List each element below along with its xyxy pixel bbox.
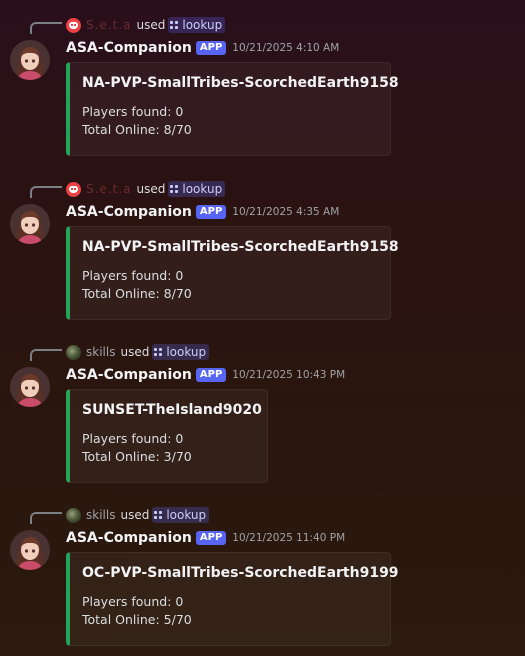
user-avatar-icon[interactable] xyxy=(66,507,81,523)
command-chip[interactable]: lookup xyxy=(152,344,210,360)
embed-card: NA-PVP-SmallTribes-ScorchedEarth9158 Pla… xyxy=(66,62,399,156)
command-name: lookup xyxy=(182,18,223,32)
reply-used-label: used xyxy=(136,18,166,32)
command-chip[interactable]: lookup xyxy=(168,17,226,33)
author-name[interactable]: ASA-Companion xyxy=(66,530,192,546)
discord-icon[interactable] xyxy=(66,17,81,33)
reply-connector xyxy=(30,349,62,361)
author-name[interactable]: ASA-Companion xyxy=(66,204,192,220)
total-online: Total Online: 5/70 xyxy=(82,612,192,627)
reply-connector xyxy=(30,512,62,524)
total-online: Total Online: 3/70 xyxy=(82,449,192,464)
embed-title: NA-PVP-SmallTribes-ScorchedEarth9158 xyxy=(82,239,399,255)
app-badge: APP xyxy=(195,205,227,219)
avatar[interactable] xyxy=(10,530,50,570)
slash-command-icon xyxy=(170,20,179,30)
avatar[interactable] xyxy=(10,40,50,80)
embed-card: OC-PVP-SmallTribes-ScorchedEarth9199 Pla… xyxy=(66,552,399,646)
avatar[interactable] xyxy=(10,367,50,407)
timestamp[interactable]: 10/21/2025 4:10 AM xyxy=(232,42,339,54)
players-found: Players found: 0 xyxy=(82,431,184,446)
slash-command-icon xyxy=(154,510,163,520)
message-header: ASA-Companion APP 10/21/2025 4:35 AM xyxy=(66,202,339,222)
timestamp[interactable]: 10/21/2025 11:40 PM xyxy=(232,532,345,544)
players-found: Players found: 0 xyxy=(82,594,184,609)
message-header: ASA-Companion APP 10/21/2025 11:40 PM xyxy=(66,528,345,548)
message: S.e.t.a used lookup ASA-Companion APP 10… xyxy=(0,0,525,156)
total-online: Total Online: 8/70 xyxy=(82,286,192,301)
reply-username[interactable]: S.e.t.a xyxy=(86,182,132,196)
players-found: Players found: 0 xyxy=(82,268,184,283)
total-online: Total Online: 8/70 xyxy=(82,122,192,137)
reply-username[interactable]: skills xyxy=(86,508,115,522)
user-avatar-icon[interactable] xyxy=(66,344,81,360)
reply-context[interactable]: S.e.t.a used lookup xyxy=(66,180,226,198)
reply-context[interactable]: skills used lookup xyxy=(66,506,210,524)
message-header: ASA-Companion APP 10/21/2025 10:43 PM xyxy=(66,365,345,385)
message-feed: S.e.t.a used lookup ASA-Companion APP 10… xyxy=(0,0,525,656)
command-chip[interactable]: lookup xyxy=(168,181,226,197)
avatar[interactable] xyxy=(10,204,50,244)
command-chip[interactable]: lookup xyxy=(152,507,210,523)
command-name: lookup xyxy=(166,345,207,359)
message: S.e.t.a used lookup ASA-Companion APP 10… xyxy=(0,164,525,320)
timestamp[interactable]: 10/21/2025 10:43 PM xyxy=(232,369,345,381)
reply-context[interactable]: S.e.t.a used lookup xyxy=(66,16,226,34)
message: skills used lookup ASA-Companion APP 10/… xyxy=(0,327,525,483)
reply-used-label: used xyxy=(120,345,150,359)
command-name: lookup xyxy=(182,182,223,196)
embed-card: NA-PVP-SmallTribes-ScorchedEarth9158 Pla… xyxy=(66,226,399,320)
reply-used-label: used xyxy=(120,508,150,522)
app-badge: APP xyxy=(195,41,227,55)
app-badge: APP xyxy=(195,368,227,382)
players-found: Players found: 0 xyxy=(82,104,184,119)
slash-command-icon xyxy=(170,184,179,194)
message: skills used lookup ASA-Companion APP 10/… xyxy=(0,490,525,646)
slash-command-icon xyxy=(154,347,163,357)
author-name[interactable]: ASA-Companion xyxy=(66,367,192,383)
embed-title: OC-PVP-SmallTribes-ScorchedEarth9199 xyxy=(82,565,399,581)
reply-connector xyxy=(30,22,62,34)
reply-connector xyxy=(30,186,62,198)
app-badge: APP xyxy=(195,531,227,545)
command-name: lookup xyxy=(166,508,207,522)
message-header: ASA-Companion APP 10/21/2025 4:10 AM xyxy=(66,38,339,58)
embed-title: NA-PVP-SmallTribes-ScorchedEarth9158 xyxy=(82,75,399,91)
timestamp[interactable]: 10/21/2025 4:35 AM xyxy=(232,206,339,218)
embed-card: SUNSET-TheIsland9020 Players found: 0 To… xyxy=(66,389,268,483)
reply-username[interactable]: skills xyxy=(86,345,115,359)
reply-used-label: used xyxy=(136,182,166,196)
embed-title: SUNSET-TheIsland9020 xyxy=(82,402,262,418)
reply-username[interactable]: S.e.t.a xyxy=(86,18,132,32)
discord-icon[interactable] xyxy=(66,181,81,197)
author-name[interactable]: ASA-Companion xyxy=(66,40,192,56)
reply-context[interactable]: skills used lookup xyxy=(66,343,210,361)
